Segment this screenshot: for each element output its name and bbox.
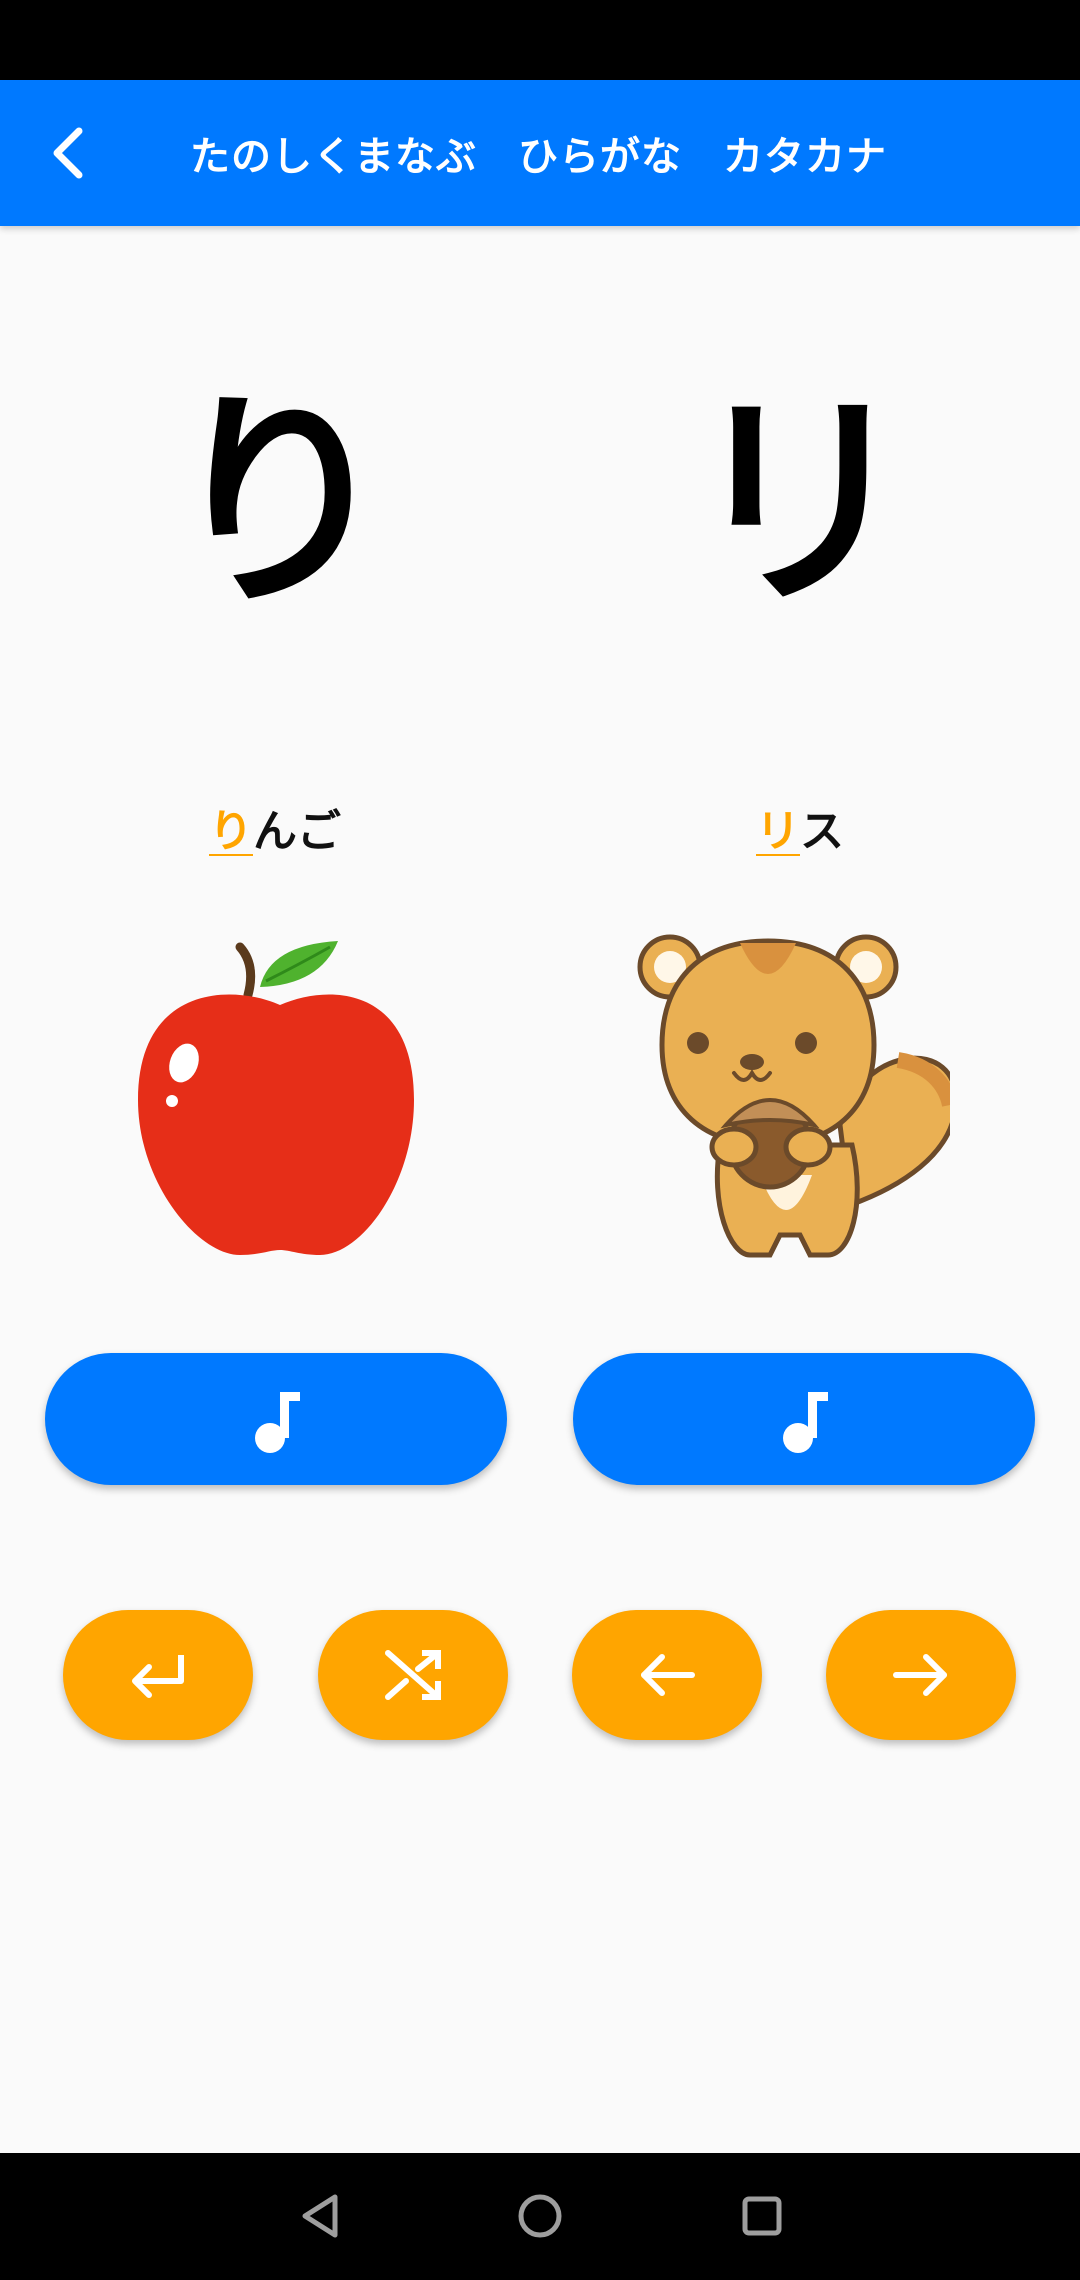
app-title: たのしくまなぶ ひらがな カタカナ bbox=[190, 134, 887, 180]
status-bar bbox=[0, 0, 1080, 80]
return-button[interactable] bbox=[63, 1610, 253, 1740]
shuffle-button[interactable] bbox=[318, 1610, 508, 1740]
home-circle-icon bbox=[518, 2194, 562, 2238]
chevron-left-icon bbox=[53, 127, 83, 179]
hiragana-character: り bbox=[164, 371, 395, 638]
system-navigation-bar bbox=[0, 2153, 1080, 2280]
play-hiragana-sound-button[interactable] bbox=[45, 1353, 507, 1485]
hiragana-example-word: りんご bbox=[5, 795, 545, 859]
squirrel-illustration bbox=[637, 934, 950, 1258]
system-home-button[interactable] bbox=[505, 2181, 575, 2251]
word-highlight-kana: リ bbox=[756, 806, 800, 857]
back-button[interactable] bbox=[30, 113, 110, 193]
katakana-example-word: リス bbox=[530, 795, 1070, 859]
system-recents-button[interactable] bbox=[727, 2181, 797, 2251]
music-note-icon bbox=[255, 1392, 300, 1453]
word-rest: ス bbox=[800, 806, 844, 857]
app-bar: たのしくまなぶ ひらがな カタカナ bbox=[0, 80, 1080, 226]
next-button[interactable] bbox=[826, 1610, 1016, 1740]
arrow-left-icon bbox=[641, 1654, 695, 1696]
play-katakana-sound-button[interactable] bbox=[573, 1353, 1035, 1485]
arrow-right-icon bbox=[893, 1654, 947, 1696]
music-note-icon bbox=[783, 1392, 828, 1453]
apple-illustration bbox=[138, 941, 414, 1255]
word-rest: んご bbox=[253, 806, 341, 857]
previous-button[interactable] bbox=[572, 1610, 762, 1740]
katakana-character: リ bbox=[684, 371, 915, 638]
return-icon bbox=[132, 1655, 184, 1698]
system-back-button[interactable] bbox=[285, 2181, 355, 2251]
word-highlight-kana: り bbox=[209, 806, 253, 857]
back-triangle-icon bbox=[302, 2194, 338, 2238]
recents-square-icon bbox=[742, 2196, 782, 2236]
shuffle-icon bbox=[385, 1650, 441, 1700]
